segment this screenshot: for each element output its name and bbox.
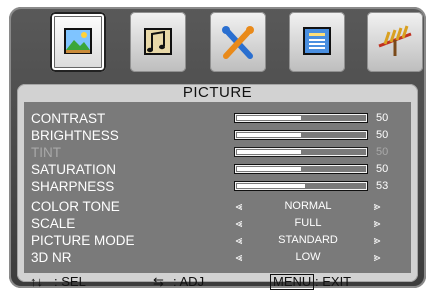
channel-menu-tile[interactable] [367, 12, 423, 72]
menu-title: PICTURE [182, 84, 253, 101]
left-arrow-icon[interactable]: ⪡ [232, 232, 246, 249]
setting-label: BRIGHTNESS [31, 128, 119, 143]
setting-value: 50 [376, 112, 389, 124]
setting-label: TINT [31, 145, 61, 160]
left-arrow-icon[interactable]: ⪡ [232, 215, 246, 232]
option-menu-tile[interactable] [289, 12, 345, 72]
setting-label: SHARPNESS [31, 179, 115, 194]
setup-icon [222, 26, 254, 59]
3d-nr-row[interactable]: 3D NR ⪡ LOW ⪢ [24, 249, 411, 266]
setup-menu-tile[interactable] [210, 12, 266, 72]
slider-fill [237, 133, 301, 137]
picture-icon [64, 28, 92, 54]
select-hint: : SEL [54, 274, 86, 289]
option-value: STANDARD [278, 234, 338, 246]
slider-fill [237, 150, 301, 154]
settings-list: CONTRAST 50 BRIGHTNESS 50 TINT 50 SATURA… [24, 102, 411, 273]
scale-row[interactable]: SCALE ⪡ FULL ⪢ [24, 215, 411, 232]
slider-fill [237, 116, 301, 120]
menu-key: MENU [270, 274, 315, 290]
saturation-row[interactable]: SATURATION 50 [24, 161, 411, 178]
tint-row: TINT 50 [24, 144, 411, 161]
contrast-slider[interactable] [234, 113, 368, 123]
tint-slider [234, 147, 368, 157]
slider-fill [237, 184, 305, 188]
sharpness-row[interactable]: SHARPNESS 53 [24, 178, 411, 195]
menu-icon-bar [0, 0, 435, 80]
right-arrow-icon[interactable]: ⪢ [370, 215, 384, 232]
brightness-row[interactable]: BRIGHTNESS 50 [24, 127, 411, 144]
setting-value: 53 [376, 180, 389, 192]
setting-value: 50 [376, 129, 389, 141]
setting-label: 3D NR [31, 250, 72, 265]
setting-label: CONTRAST [31, 111, 106, 126]
right-arrow-icon[interactable]: ⪢ [370, 198, 384, 215]
right-arrow-icon[interactable]: ⪢ [370, 249, 384, 266]
setting-value: 50 [376, 163, 389, 175]
setting-label: PICTURE MODE [31, 233, 135, 248]
contrast-row[interactable]: CONTRAST 50 [24, 110, 411, 127]
right-arrow-icon[interactable]: ⪢ [370, 232, 384, 249]
left-arrow-icon[interactable]: ⪡ [232, 198, 246, 215]
up-down-arrows-icon: ↑↓ [30, 274, 43, 289]
left-arrow-icon[interactable]: ⪡ [232, 249, 246, 266]
setting-label: SCALE [31, 216, 76, 231]
left-right-arrows-icon: ⇆ [153, 274, 164, 289]
audio-icon [144, 28, 172, 55]
adjust-hint: : ADJ [173, 274, 205, 289]
sharpness-slider[interactable] [234, 181, 368, 191]
saturation-slider[interactable] [234, 164, 368, 174]
brightness-slider[interactable] [234, 130, 368, 140]
channel-icon [378, 25, 412, 56]
exit-hint: : EXIT [315, 274, 352, 289]
color-tone-row[interactable]: COLOR TONE ⪡ NORMAL ⪢ [24, 198, 411, 215]
setting-label: SATURATION [31, 162, 117, 177]
option-value: LOW [295, 251, 321, 263]
key-hint-bar: ↑↓ : SEL ⇆ : ADJ MENU : EXIT [24, 274, 411, 290]
picture-menu-tile[interactable] [50, 12, 106, 72]
option-icon [303, 27, 331, 55]
option-value: NORMAL [284, 200, 332, 212]
audio-menu-tile[interactable] [130, 12, 186, 72]
picture-mode-row[interactable]: PICTURE MODE ⪡ STANDARD ⪢ [24, 232, 411, 249]
slider-fill [237, 167, 301, 171]
setting-label: COLOR TONE [31, 199, 120, 214]
option-value: FULL [294, 217, 322, 229]
setting-value: 50 [376, 146, 389, 158]
